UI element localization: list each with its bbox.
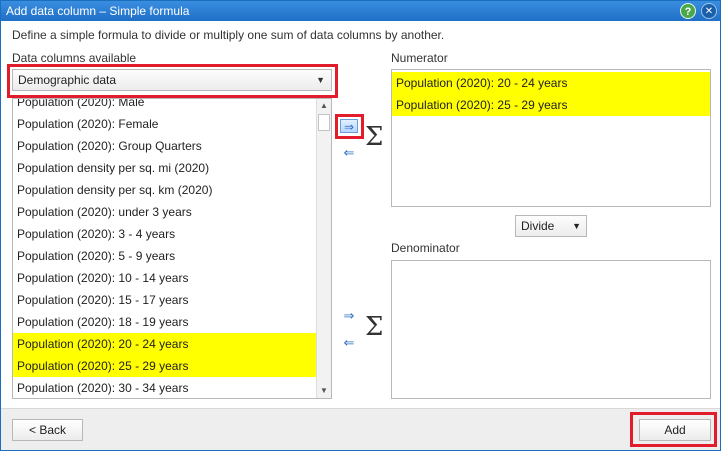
numerator-list[interactable]: Population (2020): 20 - 24 years Populat… xyxy=(391,69,711,207)
numerator-item[interactable]: Population (2020): 20 - 24 years xyxy=(392,72,710,94)
remove-from-denominator-icon[interactable]: ⇐ xyxy=(340,336,358,350)
dialog-footer: < Back Add xyxy=(1,408,720,450)
category-dropdown-value: Demographic data xyxy=(18,73,117,87)
dialog-titlebar: Add data column – Simple formula ? ✕ xyxy=(1,1,720,21)
denominator-sigma-icon: Σ xyxy=(365,312,384,342)
data-column-item[interactable]: Population (2020): 5 - 9 years xyxy=(13,245,317,267)
numerator-item[interactable]: Population (2020): 25 - 29 years xyxy=(392,94,710,116)
help-icon[interactable]: ? xyxy=(680,3,696,19)
chevron-down-icon: ▼ xyxy=(572,221,581,231)
remove-from-numerator-icon[interactable]: ⇐ xyxy=(340,146,358,160)
data-column-item[interactable]: Population density per sq. mi (2020) xyxy=(13,157,317,179)
data-column-item[interactable]: Population (2020): 15 - 17 years xyxy=(13,289,317,311)
data-column-item[interactable]: Population (2020): Group Quarters xyxy=(13,135,317,157)
dialog: Add data column – Simple formula ? ✕ Def… xyxy=(0,0,721,451)
data-column-item[interactable]: Population (2020): Female xyxy=(13,113,317,135)
denominator-list[interactable] xyxy=(391,260,711,399)
scroll-up-icon[interactable]: ▲ xyxy=(317,99,331,113)
chevron-down-icon: ▼ xyxy=(316,75,325,85)
denominator-label: Denominator xyxy=(391,241,460,255)
list-scrollbar[interactable]: ▲ ▼ xyxy=(316,99,331,398)
data-column-item[interactable]: Population (2020): 3 - 4 years xyxy=(13,223,317,245)
data-columns-list[interactable]: Population (2020): Male Population (2020)… xyxy=(12,98,332,399)
dialog-title: Add data column – Simple formula xyxy=(6,4,190,18)
dialog-description: Define a simple formula to divide or mul… xyxy=(12,28,445,42)
data-column-item[interactable]: Population (2020): 25 - 29 years xyxy=(13,355,317,377)
scroll-thumb[interactable] xyxy=(318,114,330,131)
scroll-down-icon[interactable]: ▼ xyxy=(317,384,331,398)
numerator-label: Numerator xyxy=(391,51,448,65)
add-to-denominator-icon[interactable]: ⇒ xyxy=(340,309,358,323)
add-to-numerator-icon[interactable]: ⇒ xyxy=(340,119,358,134)
data-columns-list-items: Population (2020): Male Population (2020)… xyxy=(13,99,317,398)
data-column-item[interactable]: Population (2020): under 3 years xyxy=(13,201,317,223)
close-icon[interactable]: ✕ xyxy=(701,3,717,19)
category-dropdown[interactable]: Demographic data ▼ xyxy=(12,69,332,91)
add-button[interactable]: Add xyxy=(639,419,711,441)
back-button[interactable]: < Back xyxy=(12,419,83,441)
data-column-item[interactable]: Population (2020): 30 - 34 years xyxy=(13,377,317,398)
operator-dropdown[interactable]: Divide ▼ xyxy=(515,215,587,237)
data-column-item[interactable]: Population density per sq. km (2020) xyxy=(13,179,317,201)
operator-value: Divide xyxy=(521,219,555,233)
numerator-sigma-icon: Σ xyxy=(365,122,384,152)
data-column-item[interactable]: Population (2020): 10 - 14 years xyxy=(13,267,317,289)
data-column-item[interactable]: Population (2020): 20 - 24 years xyxy=(13,333,317,355)
data-column-item[interactable]: Population (2020): Male xyxy=(13,99,317,113)
data-columns-label: Data columns available xyxy=(12,51,137,65)
data-column-item[interactable]: Population (2020): 18 - 19 years xyxy=(13,311,317,333)
